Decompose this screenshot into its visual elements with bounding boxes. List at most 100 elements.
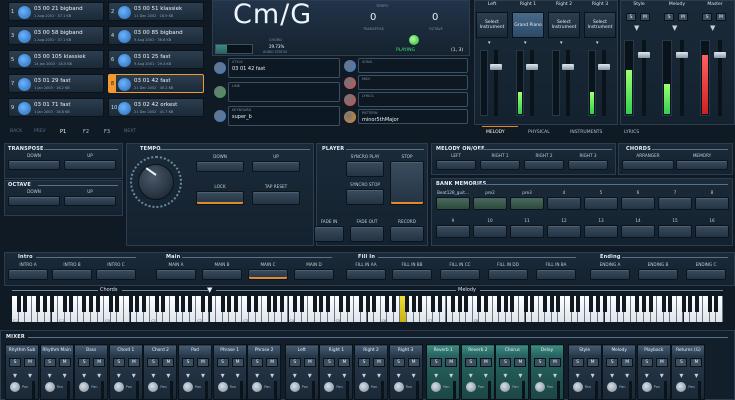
pan-knob[interactable]	[676, 382, 687, 392]
solo-button[interactable]: S	[147, 358, 160, 367]
mute-button[interactable]: M	[549, 358, 561, 367]
volume-icon: ▾	[131, 371, 136, 380]
pan-knob[interactable]	[113, 382, 124, 392]
mute-button[interactable]: M	[690, 358, 703, 367]
solo-button[interactable]: S	[323, 358, 336, 367]
pan-knob[interactable]	[641, 382, 652, 392]
solo-button[interactable]: S	[43, 358, 56, 367]
pan-knob[interactable]	[607, 382, 618, 392]
solo-button[interactable]: S	[216, 358, 229, 367]
pan-knob[interactable]	[431, 382, 442, 392]
mute-button[interactable]: M	[266, 358, 279, 367]
volume-icon: ▾	[659, 371, 664, 380]
volume-icon: ▾	[449, 371, 454, 380]
mute-button[interactable]: M	[445, 358, 458, 367]
volume-fader[interactable]	[66, 381, 70, 399]
volume-icon: ▾	[537, 371, 542, 380]
pan-knob[interactable]	[44, 382, 55, 392]
volume-fader[interactable]	[135, 381, 139, 399]
solo-button[interactable]: S	[640, 358, 653, 367]
pan-knob[interactable]	[572, 382, 583, 392]
solo-button[interactable]: S	[606, 358, 619, 367]
volume-fader[interactable]	[453, 381, 457, 399]
pan-knob[interactable]	[217, 382, 228, 392]
volume-icon: ▾	[644, 371, 649, 380]
mute-button[interactable]: M	[338, 358, 351, 367]
mute-button[interactable]: M	[231, 358, 244, 367]
volume-fader[interactable]	[629, 381, 633, 399]
volume-fader[interactable]	[101, 381, 105, 399]
mute-button[interactable]: M	[479, 358, 492, 367]
pan-knob[interactable]	[79, 382, 90, 392]
solo-button[interactable]: S	[112, 358, 125, 367]
volume-icon: ▾	[220, 371, 225, 380]
volume-icon: ▾	[235, 371, 240, 380]
volume-fader[interactable]	[663, 381, 667, 399]
solo-button[interactable]: S	[571, 358, 584, 367]
volume-fader[interactable]	[698, 381, 702, 399]
solo-button[interactable]: S	[78, 358, 91, 367]
mixer-channel: Right 3 S M ▾ ▾ Pan	[388, 344, 423, 400]
volume-icon: ▾	[625, 371, 630, 380]
pan-knob[interactable]	[289, 382, 300, 392]
mute-button[interactable]: M	[127, 358, 140, 367]
volume-fader[interactable]	[522, 381, 526, 399]
volume-fader[interactable]	[557, 381, 560, 399]
solo-button[interactable]: S	[9, 358, 21, 367]
solo-button[interactable]: S	[251, 358, 264, 367]
volume-fader[interactable]	[170, 381, 174, 399]
volume-fader[interactable]	[415, 381, 419, 399]
mixer-channel-name: Rhythm Sub	[6, 346, 38, 355]
volume-fader[interactable]	[205, 381, 208, 399]
solo-button[interactable]: S	[392, 358, 405, 367]
solo-button[interactable]: S	[534, 358, 546, 367]
mixer-channel-name: Right 3	[389, 346, 422, 355]
pan-knob[interactable]	[10, 382, 20, 392]
pan-knob[interactable]	[148, 382, 159, 392]
mixer-channel: Reverb 1 S M ▾ ▾ Pan	[426, 344, 461, 400]
pan-knob[interactable]	[393, 382, 404, 392]
mute-button[interactable]: M	[621, 358, 634, 367]
volume-icon: ▾	[679, 371, 684, 380]
volume-icon: ▾	[434, 371, 439, 380]
mute-button[interactable]: M	[514, 358, 527, 367]
volume-icon: ▾	[307, 371, 312, 380]
volume-fader[interactable]	[487, 381, 491, 399]
mute-button[interactable]: M	[58, 358, 71, 367]
mute-button[interactable]: M	[407, 358, 420, 367]
mute-button[interactable]: M	[197, 358, 209, 367]
solo-button[interactable]: S	[499, 358, 512, 367]
volume-fader[interactable]	[239, 381, 243, 399]
pan-label: Pan	[547, 385, 554, 389]
volume-fader[interactable]	[32, 381, 35, 399]
mute-button[interactable]: M	[24, 358, 36, 367]
mute-button[interactable]: M	[162, 358, 175, 367]
mixer-channel: Reverb 2 S M ▾ ▾ Pan	[460, 344, 495, 400]
mute-button[interactable]: M	[93, 358, 106, 367]
pan-knob[interactable]	[183, 382, 193, 392]
pan-label: Pan	[584, 385, 591, 389]
volume-fader[interactable]	[381, 381, 384, 399]
mute-button[interactable]: M	[303, 358, 316, 367]
mute-button[interactable]: M	[655, 358, 668, 367]
volume-fader[interactable]	[594, 381, 598, 399]
mute-button[interactable]: M	[586, 358, 599, 367]
solo-button[interactable]: S	[464, 358, 477, 367]
volume-fader[interactable]	[274, 381, 278, 399]
pan-knob[interactable]	[535, 382, 545, 392]
solo-button[interactable]: S	[288, 358, 301, 367]
mixer-channel-name: Left	[285, 346, 318, 355]
solo-button[interactable]: S	[430, 358, 443, 367]
mute-button[interactable]: M	[373, 358, 385, 367]
volume-fader[interactable]	[311, 381, 315, 399]
solo-button[interactable]: S	[675, 358, 688, 367]
pan-knob[interactable]	[252, 382, 263, 392]
solo-button[interactable]: S	[182, 358, 194, 367]
pan-knob[interactable]	[465, 382, 476, 392]
solo-button[interactable]: S	[358, 358, 370, 367]
volume-fader[interactable]	[346, 381, 350, 399]
pan-knob[interactable]	[324, 382, 335, 392]
mixer-channel: Phrase 1 S M ▾ ▾ Pan	[212, 344, 247, 400]
pan-knob[interactable]	[359, 382, 369, 392]
pan-knob[interactable]	[500, 382, 511, 392]
